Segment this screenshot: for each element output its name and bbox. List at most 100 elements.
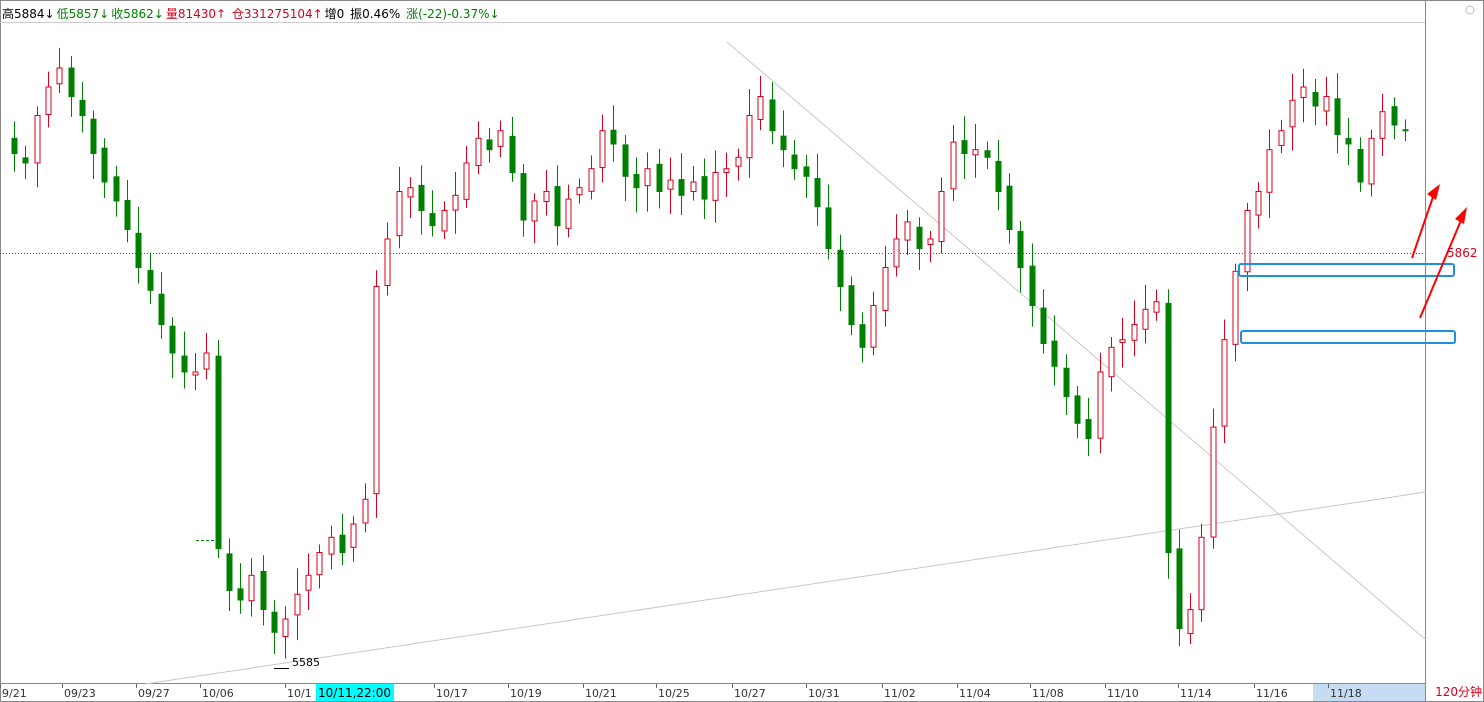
candle-down[interactable] bbox=[1063, 367, 1070, 398]
candle-up[interactable] bbox=[950, 141, 957, 190]
candle-up[interactable] bbox=[316, 552, 323, 576]
candle-down[interactable] bbox=[181, 355, 188, 373]
candle-up[interactable] bbox=[972, 149, 979, 156]
candle-up[interactable] bbox=[1368, 137, 1375, 185]
candle-down[interactable] bbox=[22, 157, 29, 164]
candle-up[interactable] bbox=[565, 198, 572, 229]
candle-down[interactable] bbox=[1006, 185, 1013, 230]
candle-up[interactable] bbox=[1278, 130, 1285, 146]
candle-down[interactable] bbox=[79, 99, 86, 116]
candle-up[interactable] bbox=[690, 181, 697, 193]
candle-down[interactable] bbox=[791, 154, 798, 170]
candle-down[interactable] bbox=[11, 137, 18, 155]
candle-down[interactable] bbox=[135, 232, 142, 268]
candle-up[interactable] bbox=[1198, 536, 1205, 611]
period-label[interactable]: 120分钟 bbox=[1435, 683, 1482, 700]
candle-up[interactable] bbox=[723, 168, 730, 173]
candle-up[interactable] bbox=[497, 130, 504, 147]
candle-up[interactable] bbox=[746, 115, 753, 159]
candle-up[interactable] bbox=[396, 191, 403, 237]
candle-up[interactable] bbox=[1255, 191, 1262, 216]
candle-up[interactable] bbox=[475, 137, 482, 167]
candle-up[interactable] bbox=[45, 86, 52, 115]
candle-up[interactable] bbox=[599, 130, 606, 169]
candle-down[interactable] bbox=[1165, 302, 1172, 554]
candle-down[interactable] bbox=[837, 249, 844, 288]
candle-down[interactable] bbox=[1029, 265, 1036, 306]
candle-up[interactable] bbox=[203, 352, 210, 370]
candle-up[interactable] bbox=[305, 574, 312, 591]
candle-up[interactable] bbox=[452, 194, 459, 211]
candle-down[interactable] bbox=[215, 355, 222, 550]
candle-down[interactable] bbox=[1051, 340, 1058, 367]
candle-up[interactable] bbox=[1300, 86, 1307, 98]
candle-up[interactable] bbox=[1266, 149, 1273, 193]
candle-up[interactable] bbox=[1323, 96, 1330, 112]
candlestick-chart[interactable]: 5585 5862 9/21 09/23 09/27 10/06 10/1 10/17 10… bbox=[0, 0, 1484, 702]
candle-up[interactable] bbox=[543, 191, 550, 203]
support-box-lower[interactable] bbox=[1240, 330, 1456, 344]
candle-down[interactable] bbox=[848, 285, 855, 325]
candle-down[interactable] bbox=[984, 150, 991, 158]
candle-down[interactable] bbox=[633, 173, 640, 189]
candle-up[interactable] bbox=[904, 221, 911, 241]
candle-up[interactable] bbox=[282, 618, 289, 637]
ascending-trendline[interactable] bbox=[144, 491, 1427, 685]
candle-down[interactable] bbox=[1040, 307, 1047, 345]
candle-up[interactable] bbox=[893, 238, 900, 268]
candle-down[interactable] bbox=[678, 179, 685, 196]
candle-up[interactable] bbox=[644, 168, 651, 187]
descending-trendline[interactable] bbox=[726, 41, 1427, 641]
candle-up[interactable] bbox=[927, 238, 934, 245]
candle-up[interactable] bbox=[1379, 111, 1386, 139]
candle-up[interactable] bbox=[407, 187, 414, 198]
candle-down[interactable] bbox=[656, 163, 663, 192]
support-box-upper[interactable] bbox=[1238, 263, 1455, 277]
candle-down[interactable] bbox=[1334, 98, 1341, 136]
candle-down[interactable] bbox=[780, 135, 787, 151]
candle-down[interactable] bbox=[90, 118, 97, 154]
candle-down[interactable] bbox=[554, 186, 561, 227]
candle-up[interactable] bbox=[362, 498, 369, 524]
candle-up[interactable] bbox=[1119, 339, 1126, 343]
candle-down[interactable] bbox=[339, 534, 346, 554]
candle-up[interactable] bbox=[1142, 308, 1149, 330]
arrow-up-right-icon[interactable] bbox=[1419, 207, 1467, 319]
candle-down[interactable] bbox=[825, 207, 832, 250]
candle-down[interactable] bbox=[995, 160, 1002, 193]
candle-down[interactable] bbox=[169, 325, 176, 354]
candle-up[interactable] bbox=[1108, 346, 1115, 378]
candle-down[interactable] bbox=[1357, 149, 1364, 183]
candle-up[interactable] bbox=[1153, 301, 1160, 313]
candle-down[interactable] bbox=[520, 173, 527, 221]
candle-down[interactable] bbox=[226, 553, 233, 591]
candle-up[interactable] bbox=[712, 172, 719, 201]
candle-up[interactable] bbox=[328, 536, 335, 555]
candle-down[interactable] bbox=[418, 184, 425, 211]
candle-down[interactable] bbox=[68, 67, 75, 97]
candle-up[interactable] bbox=[1232, 270, 1239, 345]
candle-down[interactable] bbox=[124, 199, 131, 231]
candle-down[interactable] bbox=[1074, 395, 1081, 424]
candle-up[interactable] bbox=[1244, 210, 1251, 273]
candle-up[interactable] bbox=[1221, 339, 1228, 427]
candle-up[interactable] bbox=[882, 267, 889, 312]
candle-up[interactable] bbox=[1131, 324, 1138, 341]
candle-up[interactable] bbox=[576, 187, 583, 196]
candle-down[interactable] bbox=[113, 176, 120, 202]
close-icon[interactable] bbox=[1465, 5, 1475, 15]
candle-up[interactable] bbox=[373, 286, 380, 495]
candle-up[interactable] bbox=[192, 371, 199, 376]
candle-down[interactable] bbox=[1345, 138, 1352, 145]
candle-up[interactable] bbox=[248, 574, 255, 602]
candle-up[interactable] bbox=[531, 200, 538, 222]
candle-down[interactable] bbox=[271, 611, 278, 633]
candle-down[interactable] bbox=[610, 129, 617, 145]
candle-down[interactable] bbox=[814, 178, 821, 208]
candle-up[interactable] bbox=[294, 593, 301, 616]
candle-up[interactable] bbox=[735, 156, 742, 167]
candle-down[interactable] bbox=[859, 324, 866, 348]
candle-down[interactable] bbox=[486, 139, 493, 151]
candle-up[interactable] bbox=[588, 168, 595, 192]
candle-down[interactable] bbox=[429, 213, 436, 227]
